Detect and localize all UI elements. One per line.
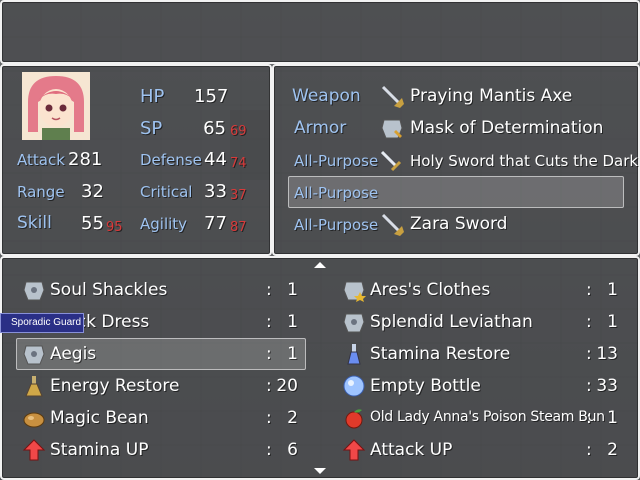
attack-label: Attack: [17, 151, 65, 169]
item-sep: :: [586, 280, 592, 300]
equip-slot-label: Weapon: [292, 86, 361, 106]
equipment-window: Weapon Praying Mantis Axe Armor Mask of …: [272, 64, 640, 256]
character-portrait: [22, 72, 90, 140]
item-qty: 2: [607, 440, 618, 460]
defense-label: Defense: [140, 151, 202, 169]
equip-item: Holy Sword that Cuts the Dark: [410, 152, 639, 170]
up-arrow-icon: [342, 439, 366, 461]
item-name: Soul Shackles: [50, 280, 168, 300]
sp-value: 65: [203, 118, 226, 139]
status-window: HP 157 SP 65 69 Attack 281 Defense 44 74…: [0, 64, 272, 256]
item-qty: 6: [287, 440, 298, 460]
skill-popup: Sporadic Guard: [0, 313, 84, 333]
defense-bonus: 74: [230, 156, 247, 171]
equip-item: Mask of Determination: [410, 118, 604, 138]
armor-icon: [343, 313, 365, 333]
agility-value: 77: [204, 213, 227, 234]
range-value: 32: [81, 181, 104, 202]
agility-label: Agility: [140, 215, 188, 233]
item-sep: :: [586, 312, 592, 332]
item-qty: 1: [287, 312, 298, 332]
item-qty: 1: [287, 344, 298, 364]
item-name: Magic Bean: [50, 408, 149, 428]
equip-slot-label: All-Purpose: [294, 152, 379, 170]
item-name: Splendid Leviathan: [370, 312, 533, 332]
inventory-window: Soul Shackles : 1 Ares's Clothes : 1 Bla…: [0, 256, 640, 480]
item-qty: 20: [276, 376, 298, 396]
item-sep: :: [266, 376, 272, 396]
equip-item: Praying Mantis Axe: [410, 86, 573, 106]
item-sep: :: [266, 440, 272, 460]
equip-slot-label: All-Purpose: [294, 216, 379, 234]
scroll-up-arrow[interactable]: [314, 262, 326, 268]
potion-icon: [347, 344, 361, 365]
item-qty: 1: [607, 280, 618, 300]
hp-label: HP: [140, 86, 165, 107]
item-qty: 33: [596, 376, 618, 396]
attack-value: 281: [68, 149, 103, 170]
sp-label: SP: [140, 118, 163, 139]
item-sep: :: [266, 344, 272, 364]
bean-icon: [23, 412, 45, 428]
item-sep: :: [266, 312, 272, 332]
item-sep: :: [266, 408, 272, 428]
item-qty: 13: [596, 344, 618, 364]
axe-icon: [381, 85, 404, 108]
axe-icon: [381, 213, 404, 236]
help-window: [0, 0, 640, 64]
item-name: Energy Restore: [50, 376, 180, 396]
item-sep: :: [586, 440, 592, 460]
item-sep: :: [266, 280, 272, 300]
item-name: Stamina Restore: [370, 344, 511, 364]
item-name: Empty Bottle: [370, 376, 481, 396]
orb-icon: [343, 375, 365, 397]
skill-value: 55: [81, 213, 104, 234]
item-name: Stamina UP: [50, 440, 149, 460]
apple-icon: [345, 409, 363, 429]
item-name: Old Lady Anna's Poison Steam Bun: [370, 409, 605, 425]
item-sep: :: [586, 344, 592, 364]
armor-star-icon: [343, 281, 366, 302]
defense-value: 44: [204, 149, 227, 170]
critical-bonus: 37: [230, 188, 247, 203]
equip-slot-label: Armor: [294, 118, 347, 138]
mask-icon: [381, 119, 403, 139]
item-name: Ares's Clothes: [370, 280, 491, 300]
agility-bonus: 87: [230, 220, 247, 235]
armor-icon: [23, 281, 45, 301]
scroll-down-arrow[interactable]: [314, 468, 326, 474]
item-qty: 1: [607, 408, 618, 428]
item-qty: 1: [287, 280, 298, 300]
hp-value: 157: [194, 86, 229, 107]
item-qty: 1: [607, 312, 618, 332]
item-qty: 2: [287, 408, 298, 428]
equip-slot-label: All-Purpose: [294, 184, 379, 202]
skill-bonus: 95: [106, 220, 123, 235]
item-sep: :: [586, 376, 592, 396]
sp-bonus: 69: [230, 124, 247, 139]
range-label: Range: [17, 183, 65, 201]
item-name: Aegis: [50, 344, 97, 364]
skill-label: Skill: [17, 213, 52, 233]
item-name: Attack UP: [370, 440, 453, 460]
equip-item: Zara Sword: [410, 214, 508, 234]
item-sep: :: [586, 408, 592, 428]
skill-popup-label: Sporadic Guard: [11, 317, 82, 328]
critical-value: 33: [204, 181, 227, 202]
critical-label: Critical: [140, 183, 193, 201]
flask-icon: [25, 376, 43, 397]
sword-icon: [380, 150, 402, 172]
up-arrow-icon: [22, 439, 46, 461]
armor-icon: [23, 345, 45, 365]
